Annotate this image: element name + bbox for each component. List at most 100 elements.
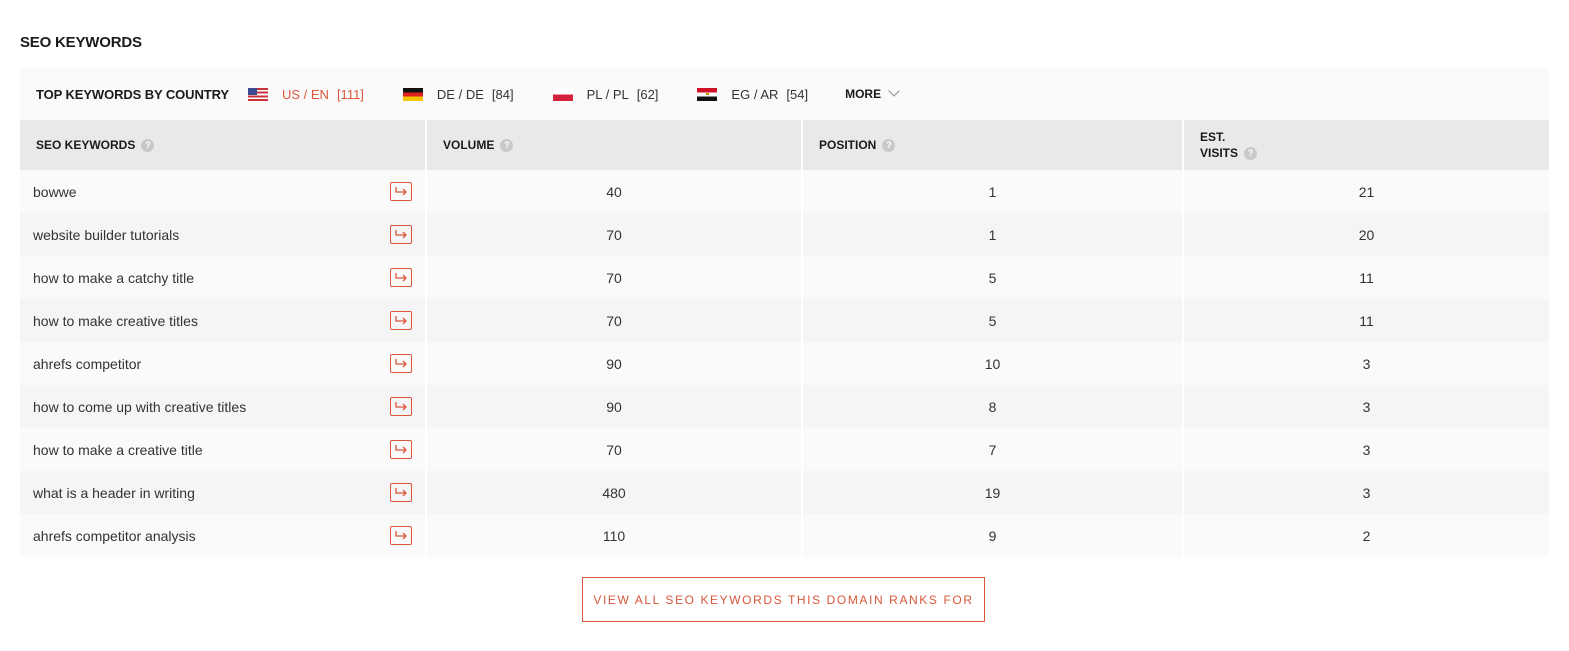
keyword-text: website builder tutorials: [33, 226, 180, 243]
visits-cell: 3: [1183, 428, 1549, 471]
arrow-turn-right-icon: [395, 530, 407, 539]
arrow-turn-right-icon: [395, 315, 407, 324]
country-count: [62]: [636, 86, 659, 102]
column-header-position[interactable]: POSITION ?: [802, 120, 1184, 170]
keyword-cell: how to make a creative title: [20, 428, 427, 471]
keyword-text: how to make creative titles: [33, 312, 198, 329]
de-flag-icon: [402, 87, 423, 101]
open-keyword-button[interactable]: [390, 525, 412, 545]
position-cell: 10: [802, 342, 1184, 385]
more-countries-dropdown[interactable]: MORE: [845, 85, 900, 101]
table-row: how to come up with creative titles 90 8…: [20, 385, 1549, 428]
keyword-cell: what is a header in writing: [20, 471, 427, 514]
position-cell: 19: [802, 471, 1184, 514]
us-flag-icon: [247, 87, 268, 101]
keyword-text: bowwe: [33, 183, 77, 200]
volume-cell: 480: [426, 471, 803, 514]
visits-cell: 3: [1183, 385, 1549, 428]
position-cell: 9: [802, 514, 1184, 557]
arrow-turn-right-icon: [395, 444, 407, 453]
column-header-est-visits[interactable]: EST. VISITS ?: [1183, 120, 1549, 170]
country-bar-label: TOP KEYWORDS BY COUNTRY: [36, 86, 229, 102]
table-row: website builder tutorials 70 1 20: [20, 213, 1549, 256]
table-row: ahrefs competitor analysis 110 9 2: [20, 514, 1549, 557]
arrow-turn-right-icon: [395, 358, 407, 367]
country-name: US / EN: [281, 86, 329, 102]
country-count: [54]: [786, 86, 809, 102]
section-title: SEO KEYWORDS: [20, 34, 142, 51]
visits-cell: 2: [1183, 514, 1549, 557]
volume-cell: 110: [426, 514, 803, 557]
country-tab-pl[interactable]: PL / PL [62]: [552, 86, 659, 102]
help-icon[interactable]: ?: [141, 138, 155, 152]
column-header-label: SEO KEYWORDS: [36, 138, 136, 152]
open-keyword-button[interactable]: [390, 224, 412, 244]
table-row: bowwe 40 1 21: [20, 170, 1549, 213]
volume-cell: 70: [426, 299, 803, 342]
arrow-turn-right-icon: [395, 186, 407, 195]
keyword-cell: ahrefs competitor analysis: [20, 514, 427, 557]
column-header-label: VOLUME: [443, 138, 495, 152]
position-cell: 5: [802, 256, 1184, 299]
keyword-cell: how to make a catchy title: [20, 256, 427, 299]
country-count: [84]: [491, 86, 514, 102]
pl-flag-icon: [552, 87, 573, 101]
visits-cell: 20: [1183, 213, 1549, 256]
help-icon[interactable]: ?: [1244, 146, 1258, 160]
country-count: [111]: [336, 86, 364, 102]
open-keyword-button[interactable]: [390, 396, 412, 416]
keyword-cell: website builder tutorials: [20, 213, 427, 256]
keyword-text: how to make a creative title: [33, 441, 203, 458]
volume-cell: 40: [426, 170, 803, 213]
position-cell: 5: [802, 299, 1184, 342]
keyword-cell: ahrefs competitor: [20, 342, 427, 385]
chevron-down-icon: [888, 85, 900, 97]
position-cell: 8: [802, 385, 1184, 428]
open-keyword-button[interactable]: [390, 353, 412, 373]
table-row: how to make a catchy title 70 5 11: [20, 256, 1549, 299]
help-icon[interactable]: ?: [500, 138, 514, 152]
visits-cell: 21: [1183, 170, 1549, 213]
help-icon[interactable]: ?: [882, 138, 896, 152]
seo-keywords-card: TOP KEYWORDS BY COUNTRY US / EN [111] DE…: [20, 68, 1549, 557]
country-name: EG / AR: [731, 86, 779, 102]
table-row: ahrefs competitor 90 10 3: [20, 342, 1549, 385]
table-row: how to make a creative title 70 7 3: [20, 428, 1549, 471]
country-tab-de[interactable]: DE / DE [84]: [402, 86, 514, 102]
country-tab-us[interactable]: US / EN [111]: [247, 86, 364, 102]
more-label: MORE: [845, 87, 882, 101]
visits-cell: 3: [1183, 471, 1549, 514]
keyword-cell: how to make creative titles: [20, 299, 427, 342]
visits-cell: 11: [1183, 256, 1549, 299]
arrow-turn-right-icon: [395, 229, 407, 238]
country-name: DE / DE: [436, 86, 484, 102]
keyword-cell: how to come up with creative titles: [20, 385, 427, 428]
keyword-text: how to come up with creative titles: [33, 398, 247, 415]
open-keyword-button[interactable]: [390, 439, 412, 459]
column-header-label: POSITION: [819, 138, 877, 152]
open-keyword-button[interactable]: [390, 482, 412, 502]
column-header-keyword[interactable]: SEO KEYWORDS ?: [20, 120, 427, 170]
volume-cell: 90: [426, 342, 803, 385]
arrow-turn-right-icon: [395, 272, 407, 281]
table-header-row: SEO KEYWORDS ? VOLUME ? POSITION ? EST. …: [20, 120, 1549, 170]
open-keyword-button[interactable]: [390, 310, 412, 330]
open-keyword-button[interactable]: [390, 181, 412, 201]
country-tab-eg[interactable]: EG / AR [54]: [697, 87, 808, 102]
table-row: what is a header in writing 480 19 3: [20, 471, 1549, 514]
column-header-label: EST. VISITS: [1200, 129, 1238, 161]
column-header-volume[interactable]: VOLUME ?: [426, 120, 803, 170]
view-all-keywords-button[interactable]: VIEW ALL SEO KEYWORDS THIS DOMAIN RANKS …: [582, 577, 985, 622]
table-row: how to make creative titles 70 5 11: [20, 299, 1549, 342]
visits-cell: 11: [1183, 299, 1549, 342]
visits-cell: 3: [1183, 342, 1549, 385]
arrow-turn-right-icon: [395, 487, 407, 496]
position-cell: 7: [802, 428, 1184, 471]
position-cell: 1: [802, 213, 1184, 256]
eg-flag-icon: [697, 87, 718, 101]
arrow-turn-right-icon: [395, 401, 407, 410]
keyword-cell: bowwe: [20, 170, 427, 213]
open-keyword-button[interactable]: [390, 267, 412, 287]
header-line: VISITS: [1200, 146, 1239, 160]
keyword-text: how to make a catchy title: [33, 269, 195, 286]
